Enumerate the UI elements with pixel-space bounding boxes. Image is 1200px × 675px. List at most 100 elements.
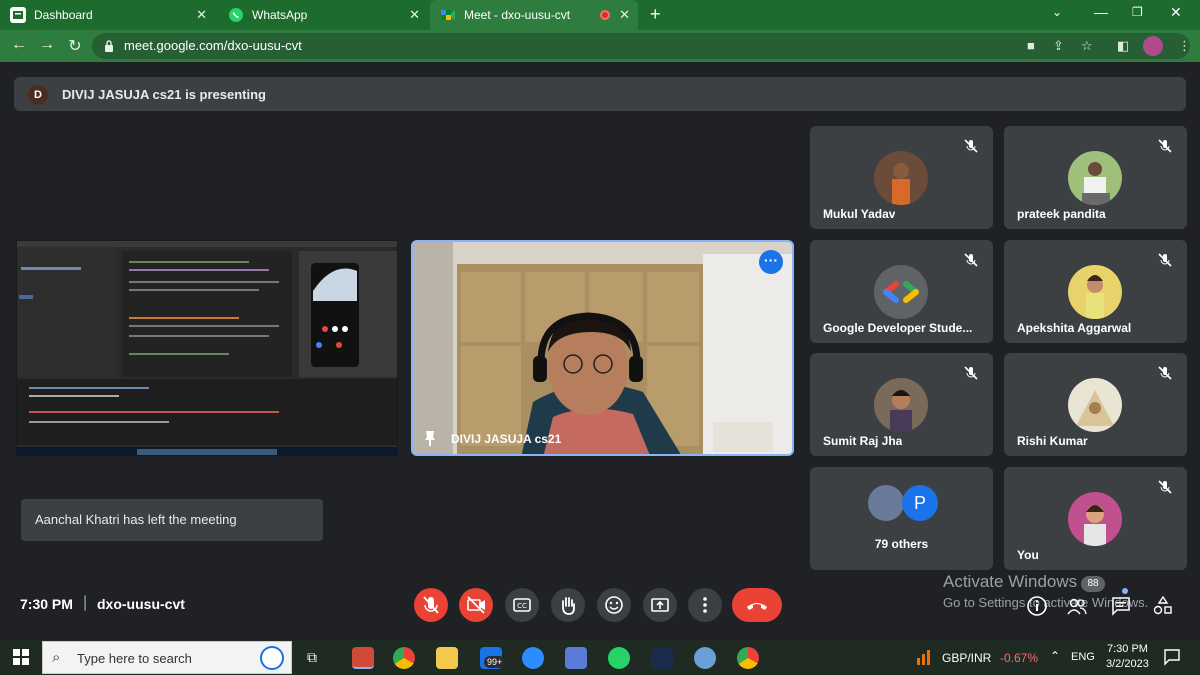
others-count: 79 others xyxy=(874,537,929,551)
language-indicator[interactable]: ENG xyxy=(1071,651,1095,663)
participant-name: Mukul Yadav xyxy=(823,207,896,221)
participant-tile[interactable]: Google Developer Stude... xyxy=(810,240,993,343)
emoji-icon xyxy=(605,596,623,614)
avatar xyxy=(1068,265,1122,319)
tab-dashboard[interactable]: Dashboard ✕ xyxy=(0,0,215,30)
clock-date[interactable]: 3/2/2023 xyxy=(1106,658,1149,670)
side-panel-icon[interactable]: ◧ xyxy=(1117,38,1129,54)
participant-tile[interactable]: prateek pandita xyxy=(1004,126,1187,229)
new-tab-button[interactable]: + xyxy=(650,4,661,25)
camera-toggle-button[interactable] xyxy=(459,588,493,622)
participant-tile[interactable]: Rishi Kumar xyxy=(1004,353,1187,456)
presenter-avatar: D xyxy=(28,85,48,105)
restore-icon[interactable]: ❐ xyxy=(1132,5,1143,19)
captions-icon: CC xyxy=(513,598,531,612)
windows-start-icon[interactable] xyxy=(13,649,29,665)
hang-up-icon xyxy=(747,603,767,610)
tab-whatsapp[interactable]: WhatsApp ✕ xyxy=(218,0,428,30)
participant-tile[interactable]: Apekshita Aggarwal xyxy=(1004,240,1187,343)
bing-icon[interactable] xyxy=(260,646,284,670)
stock-change: -0.67% xyxy=(1000,651,1039,665)
captions-button[interactable]: CC xyxy=(505,588,539,622)
chrome-profile-icon[interactable] xyxy=(352,647,374,669)
zoom-icon[interactable] xyxy=(522,647,544,669)
gdsc-logo-icon xyxy=(874,265,928,319)
notification-center-icon[interactable] xyxy=(1163,648,1181,666)
close-tab-icon[interactable]: ✕ xyxy=(619,7,630,23)
avatar xyxy=(1068,492,1122,546)
more-options-icon[interactable]: ··· xyxy=(759,250,783,274)
taskbar-search-placeholder: Type here to search xyxy=(77,651,192,666)
present-button[interactable] xyxy=(643,588,677,622)
devc-icon[interactable] xyxy=(651,647,673,669)
meeting-details-button[interactable] xyxy=(1026,595,1048,617)
stock-trend-icon xyxy=(915,648,933,666)
avatar xyxy=(868,485,904,521)
activities-button[interactable] xyxy=(1152,595,1174,617)
reactions-button[interactable] xyxy=(597,588,631,622)
participant-count-badge: 88 xyxy=(1081,576,1105,592)
back-icon[interactable]: ← xyxy=(8,36,30,54)
url-text[interactable]: meet.google.com/dxo-uusu-cvt xyxy=(124,38,302,53)
activities-icon xyxy=(1153,595,1172,615)
camera-in-use-icon[interactable]: ■ xyxy=(1027,38,1035,53)
task-view-icon[interactable]: ⧉ xyxy=(307,649,317,666)
raise-hand-button[interactable] xyxy=(551,588,585,622)
shared-screen[interactable] xyxy=(16,240,398,456)
more-vert-icon xyxy=(703,597,707,613)
chrome-alt-icon[interactable] xyxy=(694,647,716,669)
toast-text: Aanchal Khatri has left the meeting xyxy=(35,512,237,527)
activate-windows-watermark: Activate Windows xyxy=(943,572,1078,591)
stock-label[interactable]: GBP/INR xyxy=(942,651,991,665)
reload-icon[interactable]: ↻ xyxy=(64,36,86,56)
chat-icon xyxy=(1112,597,1130,616)
mic-off-icon xyxy=(1157,138,1173,154)
tab-meet[interactable]: Meet - dxo-uusu-cvt ✕ xyxy=(430,0,638,30)
more-options-button[interactable] xyxy=(688,588,722,622)
others-tile[interactable]: P 79 others xyxy=(810,467,993,570)
menu-dots-icon[interactable]: ⋮ xyxy=(1178,38,1191,54)
mic-off-icon xyxy=(1157,365,1173,381)
search-icon: ⌕ xyxy=(52,649,61,666)
chrome-icon[interactable] xyxy=(393,647,415,669)
chat-button[interactable] xyxy=(1110,595,1132,617)
participant-tile[interactable]: Mukul Yadav xyxy=(810,126,993,229)
bookmark-star-icon[interactable]: ☆ xyxy=(1081,38,1093,54)
minimize-icon[interactable]: — xyxy=(1094,4,1108,20)
participant-name: Rishi Kumar xyxy=(1017,434,1088,448)
whatsapp-icon xyxy=(228,7,244,23)
present-screen-icon xyxy=(651,598,669,612)
close-tab-icon[interactable]: ✕ xyxy=(409,7,420,23)
store-icon[interactable] xyxy=(565,647,587,669)
clock-time[interactable]: 7:30 PM xyxy=(1107,643,1148,655)
presenter-video[interactable]: ··· DIVIJ JASUJA cs21 xyxy=(411,240,794,456)
profile-avatar[interactable] xyxy=(1143,36,1163,56)
pin-icon[interactable] xyxy=(423,430,437,446)
tab-search-icon[interactable]: ⌄ xyxy=(1052,5,1062,19)
close-window-icon[interactable]: ✕ xyxy=(1170,4,1182,21)
participant-name: Apekshita Aggarwal xyxy=(1017,321,1132,335)
recording-icon xyxy=(600,10,610,20)
close-tab-icon[interactable]: ✕ xyxy=(196,7,207,23)
participant-tile[interactable]: Sumit Raj Jha xyxy=(810,353,993,456)
mic-off-icon xyxy=(963,138,979,154)
participant-name: prateek pandita xyxy=(1017,207,1106,221)
chrome-beta-icon[interactable] xyxy=(737,647,759,669)
svg-text:CC: CC xyxy=(517,602,527,610)
tray-chevron-icon[interactable]: ⌃ xyxy=(1050,649,1060,663)
leave-call-button[interactable] xyxy=(732,588,782,622)
tab-title: Dashboard xyxy=(34,8,93,22)
mail-badge: 99+ xyxy=(484,656,506,668)
dashboard-icon xyxy=(10,7,26,23)
forward-icon[interactable]: → xyxy=(36,36,58,54)
file-explorer-icon[interactable] xyxy=(436,647,458,669)
divider: | xyxy=(83,594,88,611)
info-icon xyxy=(1027,596,1047,616)
chat-notification-dot xyxy=(1122,588,1128,594)
self-tile[interactable]: You xyxy=(1004,467,1187,570)
lock-icon[interactable] xyxy=(104,39,114,52)
people-button[interactable] xyxy=(1066,595,1088,617)
whatsapp-app-icon[interactable] xyxy=(608,647,630,669)
share-icon[interactable]: ⇪ xyxy=(1053,38,1064,54)
mic-toggle-button[interactable] xyxy=(414,588,448,622)
